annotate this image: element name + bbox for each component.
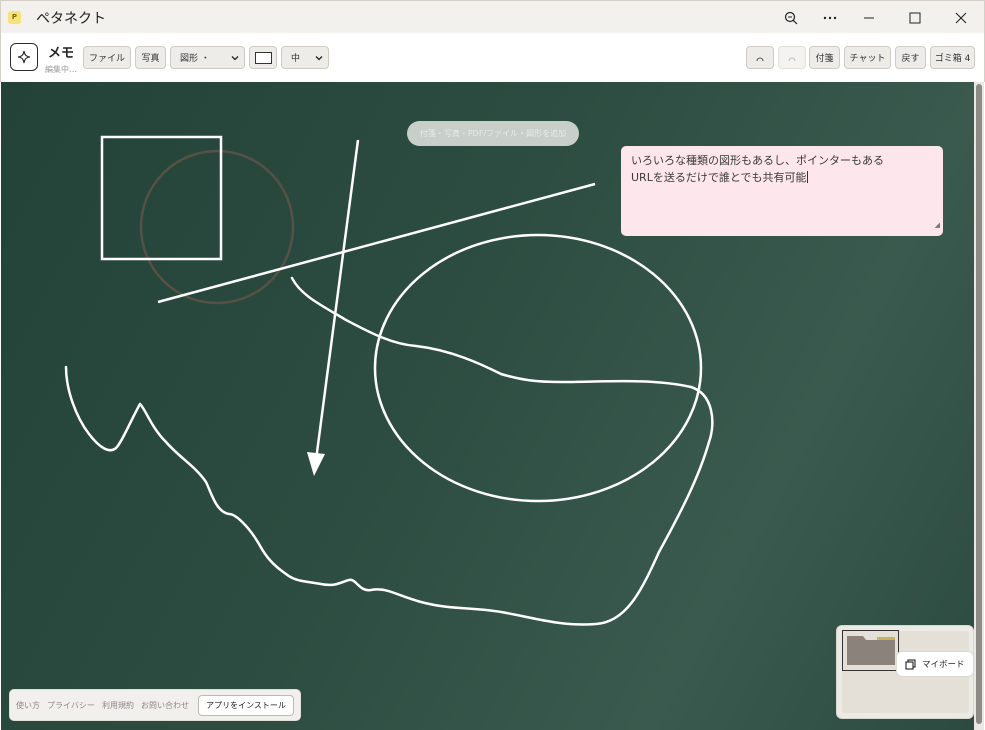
- rectangle-shape[interactable]: [100, 135, 223, 261]
- footer-links-panel: 使い方 プライバシー 利用規約 お問い合わせ アプリをインストール: [9, 689, 301, 721]
- color-swatch-button[interactable]: [249, 46, 277, 69]
- sticky-note-line-text[interactable]: URLを送るだけで誰とでも共有可能: [631, 171, 807, 184]
- ai-sparkle-button[interactable]: [10, 43, 38, 71]
- redo-button[interactable]: [778, 46, 806, 69]
- back-button[interactable]: 戻す: [895, 46, 926, 69]
- terms-link[interactable]: 利用規約: [102, 700, 134, 711]
- window-title: ペタネクト: [36, 11, 106, 27]
- ellipse-shape[interactable]: [373, 233, 703, 503]
- arrow-head-icon: [307, 452, 325, 476]
- chat-button[interactable]: チャット: [844, 46, 891, 69]
- privacy-link[interactable]: プライバシー: [47, 700, 95, 711]
- sticky-note-line[interactable]: URLを送るだけで誰とでも共有可能: [631, 169, 933, 186]
- close-button[interactable]: [938, 1, 984, 34]
- install-app-button[interactable]: アプリをインストール: [198, 695, 294, 716]
- arrow-shape[interactable]: [314, 139, 360, 461]
- memo-status: 編集中…: [45, 65, 77, 74]
- shape-select[interactable]: 図形 ・: [170, 46, 245, 69]
- size-select[interactable]: 中: [281, 46, 329, 69]
- ellipsis-icon: [823, 16, 837, 19]
- scrollbar-thumb[interactable]: [976, 84, 982, 724]
- shape-select-value: 図形 ・: [180, 54, 210, 64]
- trash-button[interactable]: ゴミ箱 4: [930, 46, 975, 69]
- resize-handle-icon[interactable]: ◢: [935, 217, 940, 234]
- sticky-note-button[interactable]: 付箋: [809, 46, 840, 69]
- chevron-down-icon: [315, 56, 323, 61]
- maximize-button[interactable]: [892, 1, 938, 34]
- maximize-icon: [909, 12, 921, 23]
- app-logo-icon: P: [8, 11, 21, 24]
- color-swatch: [254, 51, 272, 64]
- sparkle-icon: [17, 50, 31, 64]
- contact-link[interactable]: お問い合わせ: [141, 700, 189, 711]
- line-shape[interactable]: [157, 182, 596, 304]
- vertical-scrollbar[interactable]: [974, 82, 984, 730]
- whiteboard-canvas[interactable]: 付箋・写真・PDF/ファイル・図形を追加 いろいろな種類の図形もあるし、ポインタ…: [1, 82, 974, 730]
- memo-title[interactable]: メモ: [48, 42, 74, 61]
- file-button[interactable]: ファイル: [83, 46, 131, 69]
- close-icon: [955, 12, 967, 23]
- minimize-button[interactable]: [846, 1, 892, 34]
- size-select-value: 中: [291, 54, 301, 64]
- my-board-button[interactable]: マイボード: [896, 651, 974, 677]
- undo-icon: [756, 56, 764, 61]
- my-board-label: マイボード: [922, 660, 965, 670]
- copy-board-icon: [905, 658, 916, 670]
- magnifier-icon: [784, 11, 798, 24]
- folder-icon: [847, 636, 895, 665]
- undo-button[interactable]: [746, 46, 774, 69]
- sticky-note-line[interactable]: いろいろな種類の図形もあるし、ポインターもある: [631, 152, 933, 169]
- redo-icon: [788, 56, 796, 61]
- title-bar: P ペタネクト: [0, 0, 985, 33]
- chevron-down-icon: [231, 56, 239, 61]
- text-cursor: [806, 171, 808, 183]
- add-items-hint: 付箋・写真・PDF/ファイル・図形を追加: [407, 121, 579, 146]
- freehand-stroke[interactable]: [64, 276, 714, 626]
- board-thumbnail[interactable]: [842, 630, 899, 671]
- sticky-note[interactable]: いろいろな種類の図形もあるし、ポインターもある URLを送るだけで誰とでも共有可…: [621, 146, 943, 236]
- how-to-link[interactable]: 使い方: [16, 700, 40, 711]
- faint-circle-shape[interactable]: [139, 149, 295, 305]
- minimize-icon: [864, 17, 874, 18]
- toolbar: メモ 編集中… ファイル 写真 図形 ・ 中 付箋 チャット 戻す ゴミ箱 4: [0, 33, 985, 82]
- photo-button[interactable]: 写真: [135, 46, 166, 69]
